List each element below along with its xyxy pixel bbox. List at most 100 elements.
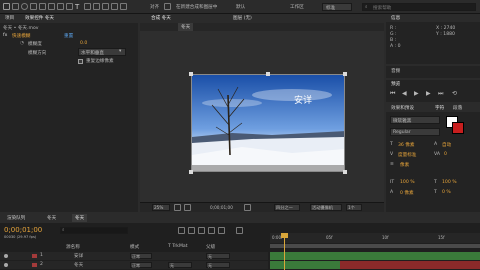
camera-select[interactable]: 活动摄像机 <box>310 204 342 211</box>
first-frame-icon[interactable]: ⏮ <box>390 90 395 98</box>
selection-tool-icon[interactable] <box>3 3 10 10</box>
views-select[interactable]: 1个 <box>346 204 362 211</box>
tab-effect-controls[interactable]: 效果控件 冬天 <box>22 14 57 22</box>
font-size-value[interactable]: 36 像素 <box>398 142 415 148</box>
motion-blur-icon[interactable] <box>218 227 225 234</box>
blur-dimension-select[interactable]: 水平和垂直 ▾ <box>78 48 126 56</box>
snapshot-icon[interactable] <box>244 204 251 211</box>
loop-icon[interactable]: ⟲ <box>452 90 457 97</box>
layer-parent-select[interactable]: 无 <box>206 262 230 268</box>
frame-handle-bl[interactable] <box>189 170 193 174</box>
layer-mode-select[interactable]: 正常 <box>130 253 152 259</box>
text-tool-icon[interactable]: T <box>75 3 79 11</box>
effect-name[interactable]: 快速模糊 <box>12 33 30 39</box>
tab-info[interactable]: 信息 <box>388 14 403 22</box>
leading-value[interactable]: 自动 <box>442 142 451 148</box>
tab-paragraph[interactable]: 段落 <box>450 104 465 112</box>
workspace-select[interactable]: 标准 <box>322 3 352 11</box>
time-ruler[interactable]: 0:00f 05f 10f 15f <box>270 233 480 243</box>
baseline-value[interactable]: 0 像素 <box>400 190 414 196</box>
viewer-timecode[interactable]: 0;00;01;00 <box>210 205 233 210</box>
play-icon[interactable]: ▶ <box>414 90 419 97</box>
visibility-eye-icon[interactable] <box>4 263 8 267</box>
safe-area-icon[interactable] <box>184 204 191 211</box>
graph-editor-icon[interactable] <box>236 227 243 234</box>
tab-timeline-1[interactable]: 冬天 <box>44 214 59 222</box>
brush-tool-icon[interactable] <box>84 3 91 10</box>
tracking-value[interactable]: 0 <box>444 152 447 157</box>
table-row[interactable]: 2 冬天 正常 无 无 <box>0 261 268 269</box>
hand-tool-icon[interactable] <box>12 3 19 10</box>
pen-tool-icon[interactable] <box>66 3 73 10</box>
layer-name[interactable]: 冬天 <box>74 262 83 268</box>
frame-handle-tr[interactable] <box>343 72 347 76</box>
tab-preview[interactable]: 预览 <box>388 80 403 88</box>
zoom-select[interactable]: 25% <box>152 204 170 211</box>
layer-duration-bar-1[interactable] <box>270 252 480 260</box>
eraser-tool-icon[interactable] <box>102 3 109 10</box>
next-frame-icon[interactable]: ▶ <box>426 90 431 97</box>
layer-duration-bar-2[interactable] <box>270 261 340 269</box>
default-workspace-label[interactable]: 默认 <box>236 4 245 10</box>
puppet-tool-icon[interactable] <box>120 3 127 10</box>
tab-composition[interactable]: 合成 冬天 <box>148 14 174 22</box>
tsume-value[interactable]: 0 % <box>442 190 451 195</box>
tab-character[interactable]: 字符 <box>432 104 447 112</box>
quality-select[interactable]: 四分之一 <box>274 204 300 211</box>
comp-flow-tab[interactable]: 冬天 <box>178 23 194 31</box>
rotate-tool-icon[interactable] <box>30 3 37 10</box>
timeline-search-input[interactable]: ⌕ <box>60 227 128 234</box>
shy-layers-icon[interactable] <box>198 227 205 234</box>
camera-tool-icon[interactable] <box>39 3 46 10</box>
tab-render-queue[interactable]: 渲染队列 <box>4 214 28 222</box>
hscale-value[interactable]: 100 % <box>442 180 457 185</box>
vscale-value[interactable]: 100 % <box>400 180 415 185</box>
layer-parent-select[interactable]: 无 <box>206 253 230 259</box>
draft-3d-icon[interactable] <box>188 227 195 234</box>
prop-blur-value[interactable]: 0.0 <box>80 41 87 46</box>
tab-layer[interactable]: 图层 (无) <box>230 14 255 22</box>
comp-image-frame[interactable]: 安详 <box>191 74 345 172</box>
table-row[interactable]: 1 安详 正常 无 <box>0 252 268 260</box>
repeat-edge-checkbox[interactable] <box>78 59 83 64</box>
layer-duration-bar-2b[interactable] <box>340 261 480 269</box>
work-area-bar[interactable] <box>270 244 480 248</box>
tab-project[interactable]: 项目 <box>2 14 17 22</box>
search-help-input[interactable]: ⌕ 搜索帮助 <box>362 3 476 11</box>
clone-tool-icon[interactable] <box>93 3 100 10</box>
frame-handle-tl[interactable] <box>189 72 193 76</box>
zoom-tool-icon[interactable] <box>21 3 28 10</box>
frame-handle-br[interactable] <box>343 170 347 174</box>
frame-handle-tm[interactable] <box>266 72 270 76</box>
snap-label[interactable]: 对齐 <box>150 4 159 10</box>
stroke-color-swatch[interactable] <box>452 122 464 134</box>
layer-trkmat-select[interactable]: 无 <box>168 262 192 268</box>
last-frame-icon[interactable]: ⏭ <box>438 90 443 98</box>
font-style-select[interactable]: Regular <box>390 128 440 136</box>
tab-effects-presets[interactable]: 效果和预设 <box>388 104 417 112</box>
fx-badge[interactable]: fx <box>3 33 7 38</box>
tab-timeline-2[interactable]: 冬天 <box>72 214 88 222</box>
resolution-icon[interactable] <box>174 204 181 211</box>
playhead-handle[interactable] <box>281 233 288 238</box>
align-icon[interactable] <box>164 3 171 10</box>
prev-frame-icon[interactable]: ◀ <box>402 90 407 97</box>
layer-label-color[interactable] <box>32 263 37 267</box>
layer-name[interactable]: 安详 <box>74 253 83 259</box>
stopwatch-icon[interactable]: ◔ <box>20 41 24 46</box>
rectangle-tool-icon[interactable] <box>57 3 64 10</box>
playhead[interactable] <box>284 233 285 270</box>
timeline-timecode[interactable]: 0;00;01;00 <box>4 226 42 234</box>
comp-mini-flow-icon[interactable] <box>178 227 185 234</box>
pan-behind-tool-icon[interactable] <box>48 3 55 10</box>
frame-blending-icon[interactable] <box>208 227 215 234</box>
kerning-value[interactable]: 度量标准 <box>398 152 416 158</box>
tab-audio[interactable]: 音频 <box>388 67 403 75</box>
font-family-select[interactable]: 微软雅黑 <box>390 116 440 124</box>
stroke-width-value[interactable]: 像素 <box>400 162 409 168</box>
layer-label-color[interactable] <box>32 254 37 258</box>
reset-link[interactable]: 重置 <box>64 33 73 39</box>
roto-tool-icon[interactable] <box>111 3 118 10</box>
layer-mode-select[interactable]: 正常 <box>130 262 152 268</box>
visibility-eye-icon[interactable] <box>4 254 8 258</box>
